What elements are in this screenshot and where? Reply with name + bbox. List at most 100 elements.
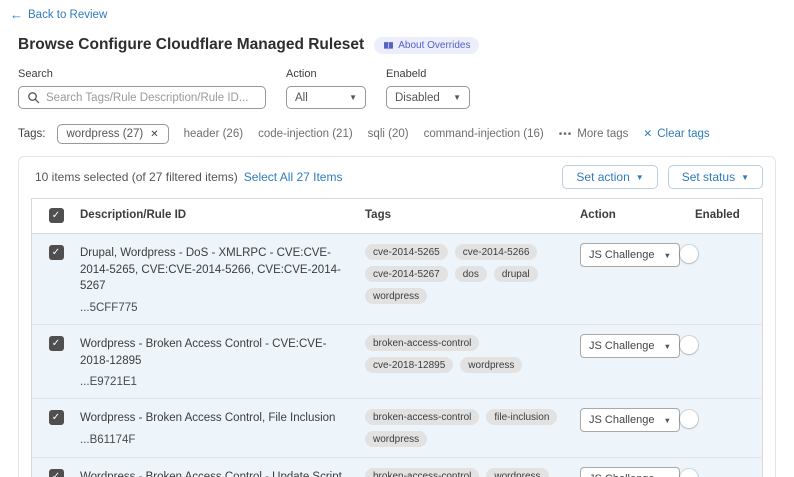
- selection-summary: 10 items selected (of 27 filtered items): [35, 170, 238, 184]
- back-link[interactable]: ← Back to Review: [10, 7, 107, 22]
- tag-chip: cve-2018-12895: [365, 357, 453, 373]
- table-row: ✓ Wordpress - Broken Access Control, Fil…: [32, 399, 762, 458]
- tag-chip: dos: [455, 266, 487, 282]
- tag-chip: cve-2014-5265: [365, 244, 448, 260]
- rule-description: Wordpress - Broken Access Control - CVE:…: [80, 336, 343, 369]
- row-action-select[interactable]: JS Challenge ▼: [580, 334, 680, 358]
- tag-option-sqli[interactable]: sqli (20): [368, 128, 409, 140]
- chevron-down-icon: ▼: [664, 416, 671, 425]
- enabled-filter-label: Enabeld: [386, 68, 470, 80]
- tag-chip: broken-access-control: [365, 335, 479, 351]
- book-icon: [383, 40, 394, 51]
- enabled-filter-select[interactable]: Disabled ▼: [386, 86, 470, 109]
- select-all-link[interactable]: Select All 27 Items: [244, 170, 343, 184]
- chevron-down-icon: ▼: [349, 93, 357, 102]
- row-action-value: JS Challenge: [589, 340, 654, 352]
- table-row: ✓ Wordpress - Broken Access Control - Up…: [32, 458, 762, 477]
- rule-description: Drupal, Wordpress - DoS - XMLRPC - CVE:C…: [80, 245, 343, 295]
- select-all-checkbox[interactable]: ✓: [49, 208, 64, 223]
- about-overrides-label: About Overrides: [398, 40, 470, 51]
- rule-tags: broken-access-control wordpress: [365, 458, 580, 477]
- rule-id: ...E9721E1: [80, 376, 343, 388]
- search-filter-group: Search: [18, 68, 266, 109]
- clear-tags-label: Clear tags: [657, 128, 709, 140]
- clear-tags-button[interactable]: ✕ Clear tags: [643, 128, 709, 140]
- selected-tag-label: wordpress (27): [67, 128, 144, 140]
- column-header-action: Action: [580, 199, 695, 231]
- title-row: Browse Configure Cloudflare Managed Rule…: [18, 36, 776, 54]
- column-header-tags: Tags: [365, 199, 580, 231]
- table-body: ✓ Drupal, Wordpress - DoS - XMLRPC - CVE…: [32, 234, 762, 477]
- set-status-button[interactable]: Set status ▼: [668, 165, 763, 189]
- chevron-down-icon: ▼: [664, 342, 671, 351]
- about-overrides-badge[interactable]: About Overrides: [374, 37, 479, 54]
- tag-chip: drupal: [494, 266, 538, 282]
- tag-option-command-injection[interactable]: command-injection (16): [424, 128, 544, 140]
- row-action-value: JS Challenge: [589, 473, 654, 477]
- ellipsis-icon: •••: [559, 129, 573, 140]
- column-header-description: Description/Rule ID: [80, 199, 365, 231]
- back-arrow-icon: ←: [10, 7, 23, 22]
- rule-tags: broken-access-control cve-2018-12895 wordp…: [365, 325, 580, 383]
- table-row: ✓ Wordpress - Broken Access Control - CV…: [32, 325, 762, 399]
- page-title: Browse Configure Cloudflare Managed Rule…: [18, 36, 364, 54]
- search-box[interactable]: [18, 86, 266, 109]
- tag-chip: broken-access-control: [365, 468, 479, 477]
- more-tags-button[interactable]: ••• More tags: [559, 128, 629, 140]
- rule-description: Wordpress - Broken Access Control - Upda…: [80, 469, 343, 477]
- filters-row: Search Action All ▼ Enabeld Disabled ▼: [18, 68, 776, 109]
- close-icon: ✕: [643, 128, 652, 140]
- rule-id: ...B61174F: [80, 434, 343, 446]
- selection-bar: 10 items selected (of 27 filtered items)…: [19, 157, 775, 198]
- search-icon: [27, 91, 40, 104]
- table-header-row: ✓ Description/Rule ID Tags Action Enable…: [32, 199, 762, 234]
- enabled-filter-value: Disabled: [395, 92, 440, 104]
- tag-chip: wordpress: [486, 468, 548, 477]
- ruleset-panel: 10 items selected (of 27 filtered items)…: [18, 156, 776, 477]
- selected-tag-wordpress[interactable]: wordpress (27) ✕: [57, 124, 169, 144]
- page: ← Back to Review Browse Configure Cloudf…: [0, 0, 794, 477]
- tag-chip: wordpress: [365, 431, 427, 447]
- search-label: Search: [18, 68, 266, 80]
- tag-chip: file-inclusion: [486, 409, 557, 425]
- row-checkbox[interactable]: ✓: [49, 410, 64, 425]
- row-checkbox[interactable]: ✓: [49, 245, 64, 260]
- row-checkbox[interactable]: ✓: [49, 336, 64, 351]
- row-action-select[interactable]: JS Challenge ▼: [580, 467, 680, 477]
- rule-tags: broken-access-control file-inclusion wordp…: [365, 399, 580, 457]
- action-filter-group: Action All ▼: [286, 68, 366, 109]
- chevron-down-icon: ▼: [741, 173, 749, 182]
- action-filter-label: Action: [286, 68, 366, 80]
- tag-chip: cve-2014-5266: [455, 244, 538, 260]
- chevron-down-icon: ▼: [664, 251, 671, 260]
- rules-table: ✓ Description/Rule ID Tags Action Enable…: [31, 198, 763, 477]
- tags-label: Tags:: [18, 128, 46, 140]
- enabled-filter-group: Enabeld Disabled ▼: [386, 68, 470, 109]
- set-status-label: Set status: [682, 170, 735, 184]
- row-action-select[interactable]: JS Challenge ▼: [580, 408, 680, 432]
- chevron-down-icon: ▼: [636, 173, 644, 182]
- row-action-value: JS Challenge: [589, 249, 654, 261]
- search-input[interactable]: [46, 92, 257, 104]
- tag-option-code-injection[interactable]: code-injection (21): [258, 128, 353, 140]
- rule-id: ...5CFF775: [80, 302, 343, 314]
- column-header-enabled: Enabled: [695, 199, 762, 231]
- row-action-select[interactable]: JS Challenge ▼: [580, 243, 680, 267]
- action-filter-value: All: [295, 92, 308, 104]
- tag-chip: wordpress: [365, 288, 427, 304]
- rule-tags: cve-2014-5265 cve-2014-5266 cve-2014-5267 d…: [365, 234, 580, 314]
- tag-chip: cve-2014-5267: [365, 266, 448, 282]
- back-link-label: Back to Review: [28, 9, 107, 21]
- tag-chip: wordpress: [460, 357, 522, 373]
- remove-tag-icon[interactable]: ✕: [150, 129, 158, 140]
- action-filter-select[interactable]: All ▼: [286, 86, 366, 109]
- table-row: ✓ Drupal, Wordpress - DoS - XMLRPC - CVE…: [32, 234, 762, 325]
- tags-bar: Tags: wordpress (27) ✕ header (26) code-…: [18, 124, 776, 144]
- row-action-value: JS Challenge: [589, 414, 654, 426]
- more-tags-label: More tags: [577, 128, 628, 140]
- set-action-button[interactable]: Set action ▼: [562, 165, 657, 189]
- rule-description: Wordpress - Broken Access Control, File …: [80, 410, 343, 427]
- row-checkbox[interactable]: ✓: [49, 469, 64, 477]
- tag-chip: broken-access-control: [365, 409, 479, 425]
- tag-option-header[interactable]: header (26): [184, 128, 243, 140]
